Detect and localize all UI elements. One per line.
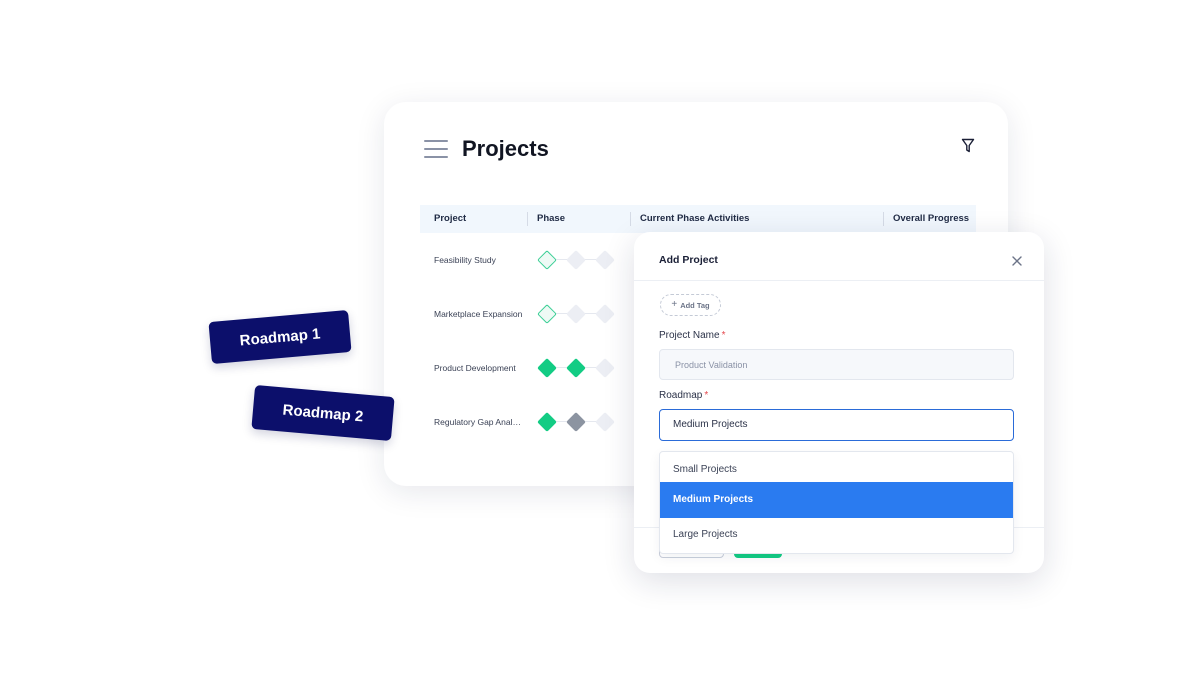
required-marker: * [704,390,709,401]
project-name: Feasibility Study [434,255,496,265]
project-name-label: Project Name * [659,330,726,341]
phase-diamond [595,304,615,324]
project-name: Product Development [434,363,516,373]
column-header-activities[interactable]: Current Phase Activities [629,205,749,233]
add-tag-button[interactable]: + Add Tag [660,294,721,316]
phase-diamond [566,412,586,432]
phase-indicator [537,250,628,270]
phase-diamond [537,412,557,432]
project-name-input[interactable] [659,349,1014,380]
phase-indicator [537,358,628,378]
phase-indicator [537,412,628,432]
roadmap-label: Roadmap * [659,390,709,401]
project-name: Regulatory Gap Analysis [434,417,524,427]
phase-diamond [537,304,557,324]
roadmap-tag-1: Roadmap 1 [208,309,352,365]
dropdown-option-medium[interactable]: Medium Projects [660,482,1013,518]
phase-diamond [595,412,615,432]
dropdown-option-large[interactable]: Large Projects [660,518,1013,553]
phase-diamond [537,358,557,378]
column-header-progress[interactable]: Overall Progress [882,205,969,233]
phase-diamond [566,358,586,378]
column-header-phase[interactable]: Phase [527,205,565,233]
add-project-modal: Add Project + Add Tag Project Name* Road… [634,232,1044,573]
roadmap-tag-2: Roadmap 2 [251,384,395,442]
filter-icon[interactable] [961,138,975,154]
roadmap-select[interactable]: Medium Projects [659,409,1014,441]
page-title: Projects [462,136,549,161]
menu-icon[interactable] [424,140,448,158]
modal-title: Add Project [659,254,718,266]
phase-indicator [537,304,628,324]
phase-diamond [566,304,586,324]
phase-diamond [537,250,557,270]
phase-diamond [595,358,615,378]
phase-diamond [595,250,615,270]
required-marker: * [721,330,726,341]
close-icon[interactable] [1010,254,1024,268]
dropdown-option-small[interactable]: Small Projects [660,452,1013,482]
phase-diamond [566,250,586,270]
roadmap-dropdown: Small Projects Medium Projects Large Pro… [659,451,1014,554]
column-header-project[interactable]: Project [434,205,466,233]
project-name: Marketplace Expansion [434,309,523,319]
table-header: Project Phase Current Phase Activities O… [420,205,976,233]
plus-icon: + [671,299,678,310]
add-tag-label: Add Tag [680,300,710,310]
